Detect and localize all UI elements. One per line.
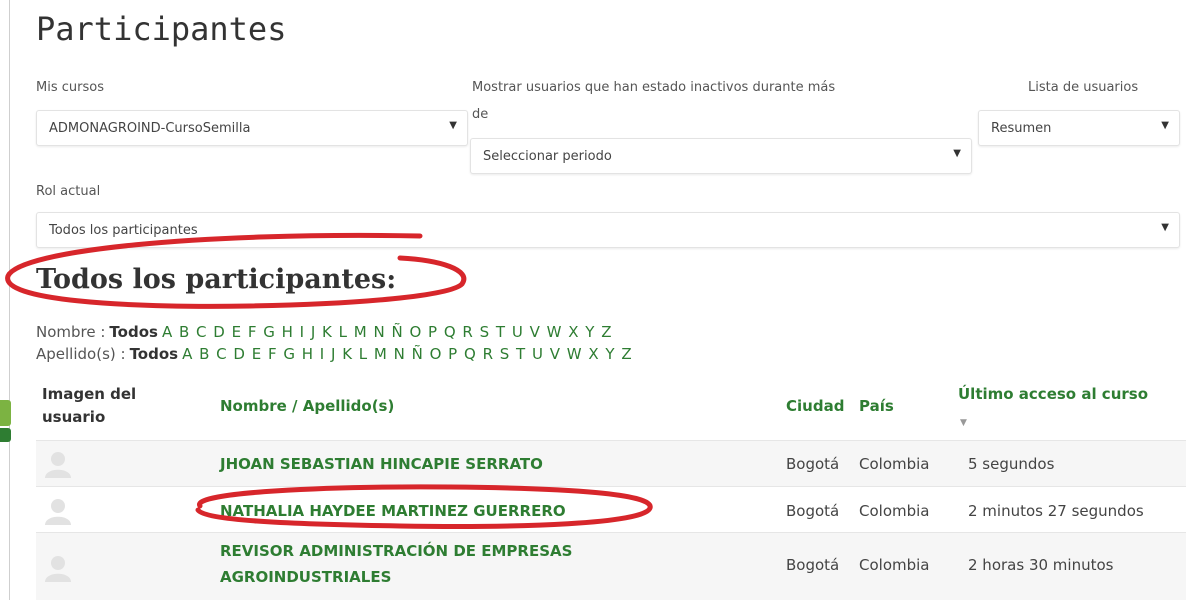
left-border	[9, 0, 10, 600]
section-title: Todos los participantes:	[36, 264, 397, 295]
side-accent-dark	[0, 428, 11, 442]
chevron-down-icon: ▼	[953, 148, 961, 159]
header-city-sort-link[interactable]: Ciudad	[786, 397, 844, 415]
sort-desc-icon[interactable]: ▼	[960, 418, 967, 428]
last-name-filter: Apellido(s) : Todos A B C D E F G H I J K …	[36, 345, 633, 363]
participant-last-access: 2 minutos 27 segundos	[968, 502, 1144, 520]
participant-name-link[interactable]: JHOAN SEBASTIAN HINCAPIE SERRATO	[220, 455, 543, 473]
side-accent-light	[0, 400, 11, 426]
chevron-down-icon: ▼	[1161, 120, 1169, 131]
last-name-letter-links[interactable]: A B C D E F G H I J K L M N Ñ O P Q R S …	[182, 345, 633, 363]
courses-select-value: ADMONAGROIND-CursoSemilla	[49, 121, 251, 136]
user-avatar-icon[interactable]	[42, 448, 74, 478]
chevron-down-icon: ▼	[449, 120, 457, 131]
courses-label: Mis cursos	[36, 80, 104, 95]
table-row: REVISOR ADMINISTRACIÓN DE EMPRESAS AGROI…	[36, 532, 1186, 600]
inactive-period-select[interactable]: Seleccionar periodo ▼	[470, 138, 972, 174]
participant-country: Colombia	[859, 502, 930, 520]
participant-city: Bogotá	[786, 502, 840, 520]
role-select-value: Todos los participantes	[49, 223, 198, 238]
user-avatar-icon[interactable]	[42, 552, 74, 582]
role-label: Rol actual	[36, 184, 101, 199]
participant-country: Colombia	[859, 556, 930, 574]
inactive-period-value: Seleccionar periodo	[483, 149, 612, 164]
page-title: Participantes	[36, 10, 287, 48]
header-last-access-sort-link[interactable]: Último acceso al curso	[958, 385, 1148, 403]
user-list-label: Lista de usuarios	[1028, 80, 1139, 95]
user-list-value: Resumen	[991, 121, 1052, 136]
participant-name-link[interactable]: REVISOR ADMINISTRACIÓN DE EMPRESAS	[220, 542, 572, 560]
participant-name-link-cont[interactable]: AGROINDUSTRIALES	[220, 568, 391, 586]
role-select[interactable]: Todos los participantes ▼	[36, 212, 1180, 248]
last-name-filter-label: Apellido(s) :	[36, 345, 126, 363]
participant-name-link[interactable]: NATHALIA HAYDEE MARTINEZ GUERRERO	[220, 502, 566, 520]
first-name-all-link[interactable]: Todos	[109, 323, 158, 341]
first-name-letter-links[interactable]: A B C D E F G H I J K L M N Ñ O P Q R S …	[162, 323, 613, 341]
table-row: JHOAN SEBASTIAN HINCAPIE SERRATO Bogotá …	[36, 440, 1186, 486]
inactive-label: Mostrar usuarios que han estado inactivo…	[472, 80, 836, 95]
participant-city: Bogotá	[786, 455, 840, 473]
table-row: NATHALIA HAYDEE MARTINEZ GUERRERO Bogotá…	[36, 486, 1186, 532]
last-name-all-link[interactable]: Todos	[130, 345, 179, 363]
participant-country: Colombia	[859, 455, 930, 473]
participant-city: Bogotá	[786, 556, 840, 574]
inactive-label-cont: de	[472, 107, 489, 122]
header-country-sort-link[interactable]: País	[859, 397, 894, 415]
header-user-image: Imagen del	[42, 385, 137, 403]
header-name-sort-link[interactable]: Nombre / Apellido(s)	[220, 397, 394, 415]
first-name-filter: Nombre : Todos A B C D E F G H I J K L M N…	[36, 323, 612, 341]
user-list-select[interactable]: Resumen ▼	[978, 110, 1180, 146]
header-user-image-cont: usuario	[42, 408, 106, 426]
user-avatar-icon[interactable]	[42, 495, 74, 525]
first-name-filter-label: Nombre :	[36, 323, 106, 341]
participant-last-access: 5 segundos	[968, 455, 1055, 473]
chevron-down-icon: ▼	[1161, 222, 1169, 233]
participant-last-access: 2 horas 30 minutos	[968, 556, 1114, 574]
courses-select[interactable]: ADMONAGROIND-CursoSemilla ▼	[36, 110, 468, 146]
